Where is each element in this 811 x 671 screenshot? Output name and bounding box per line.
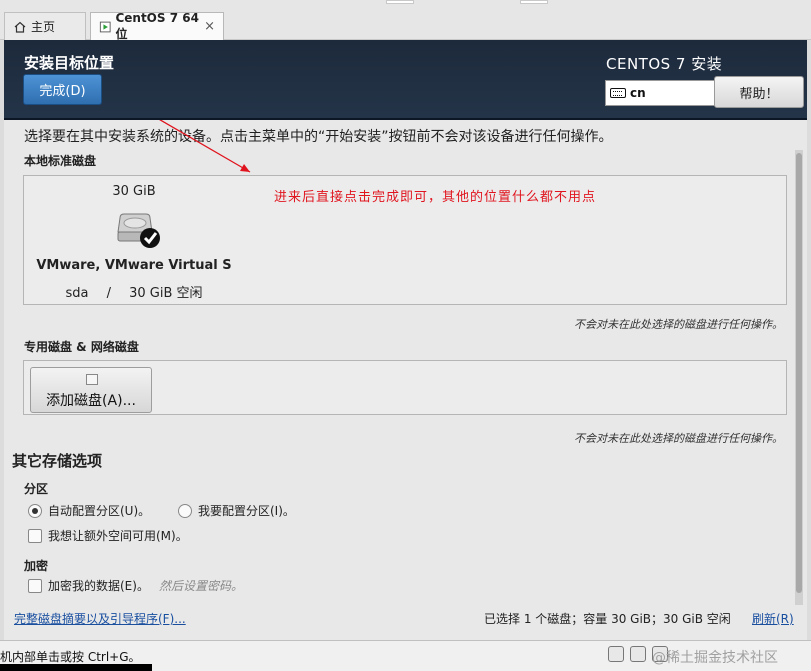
page-title: 安装目标位置: [24, 54, 115, 72]
vm-tab-bar: 主页 CentOS 7 64 位 ×: [0, 0, 811, 41]
keyboard-layout-indicator[interactable]: cn: [605, 80, 715, 106]
product-title: CENTOS 7 安装: [606, 55, 723, 73]
close-icon[interactable]: ×: [204, 19, 215, 34]
toolbar-button[interactable]: [386, 0, 414, 4]
done-button[interactable]: 完成(D): [23, 74, 102, 105]
tab-home[interactable]: 主页: [4, 12, 86, 40]
tab-vm-label: CentOS 7 64 位: [115, 11, 199, 41]
tab-centos-vm[interactable]: CentOS 7 64 位 ×: [90, 11, 224, 41]
watermark: @稀土掘金技术社区: [652, 650, 778, 666]
annotation-text: 进来后直接点击完成即可，其他的位置什么都不用点: [274, 190, 597, 205]
tab-home-label: 主页: [31, 20, 56, 34]
home-icon: [14, 21, 26, 33]
vm-icon: [99, 21, 111, 32]
hard-disk-status-icon[interactable]: [608, 646, 624, 662]
cd-status-icon[interactable]: [630, 646, 646, 662]
anaconda-header: 安装目标位置 完成(D) CENTOS 7 安装 cn 帮助！: [4, 40, 807, 120]
status-message: 机内部单击或按 Ctrl+G。: [0, 650, 141, 664]
toolbar-button[interactable]: [520, 0, 548, 4]
help-button[interactable]: 帮助！: [714, 76, 804, 108]
vm-status-bar: 机内部单击或按 Ctrl+G。 @稀土掘金技术社区: [0, 640, 811, 671]
keyboard-icon: [610, 88, 626, 98]
vm-window: 主页 CentOS 7 64 位 × 安装目标位置 完成(D) CENTOS 7…: [0, 0, 811, 671]
taskbar-strip: [0, 664, 152, 671]
keyboard-layout-label: cn: [630, 86, 646, 100]
installation-destination-panel: 选择要在其中安装系统的设备。点击主菜单中的“开始安装”按钮前不会对该设备进行任何…: [4, 120, 807, 640]
